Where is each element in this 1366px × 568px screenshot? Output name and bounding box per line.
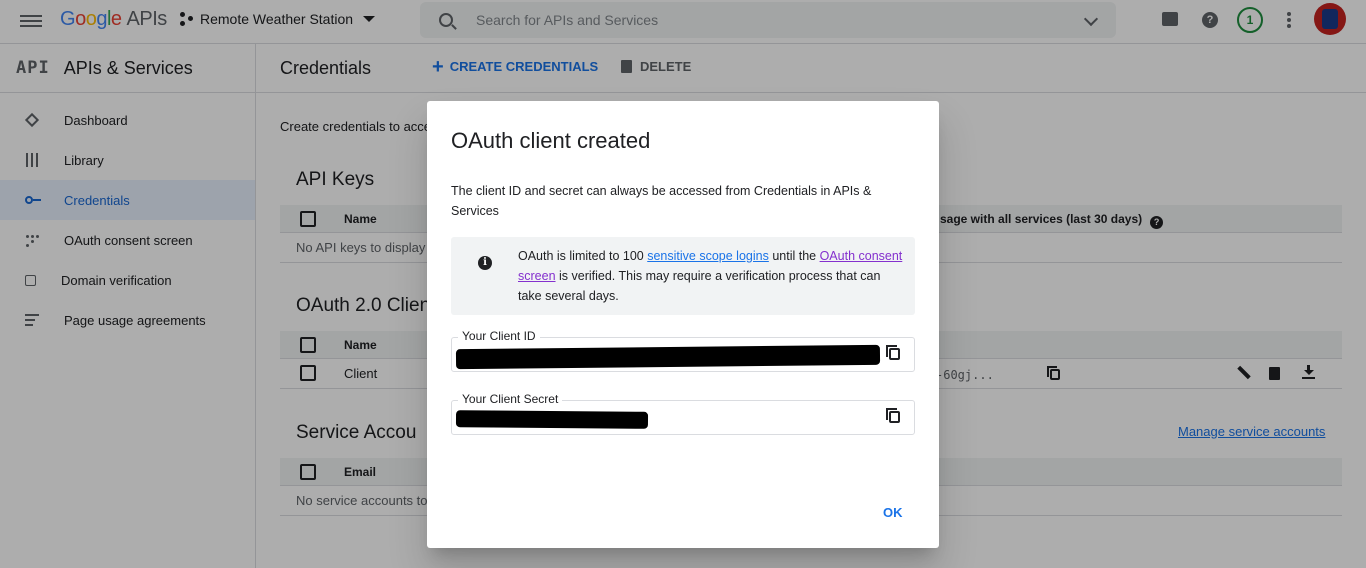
info-callout: i OAuth is limited to 100 sensitive scop…	[451, 237, 915, 315]
ok-button[interactable]: OK	[883, 505, 903, 520]
redacted-client-id	[455, 344, 881, 370]
dialog-description: The client ID and secret can always be a…	[451, 184, 872, 218]
copy-icon[interactable]	[886, 345, 900, 360]
client-secret-field[interactable]: Your Client Secret	[451, 392, 915, 435]
client-secret-label: Your Client Secret	[458, 392, 563, 406]
client-id-label: Your Client ID	[458, 329, 540, 343]
info-text-part: until the	[768, 249, 820, 263]
info-text-part: OAuth is limited to 100	[518, 249, 648, 263]
oauth-client-created-dialog: OAuth client created The client ID and s…	[427, 101, 939, 548]
sensitive-scope-logins-link[interactable]: sensitive scope logins	[647, 249, 769, 263]
redacted-client-secret	[455, 410, 649, 429]
client-id-field[interactable]: Your Client ID	[451, 329, 915, 372]
info-text: OAuth is limited to 100 sensitive scope …	[518, 246, 903, 306]
dialog-title: OAuth client created	[451, 128, 651, 153]
copy-icon[interactable]	[886, 408, 900, 423]
info-icon: i	[478, 256, 492, 270]
info-text-part: is verified. This may require a verifica…	[518, 269, 881, 303]
